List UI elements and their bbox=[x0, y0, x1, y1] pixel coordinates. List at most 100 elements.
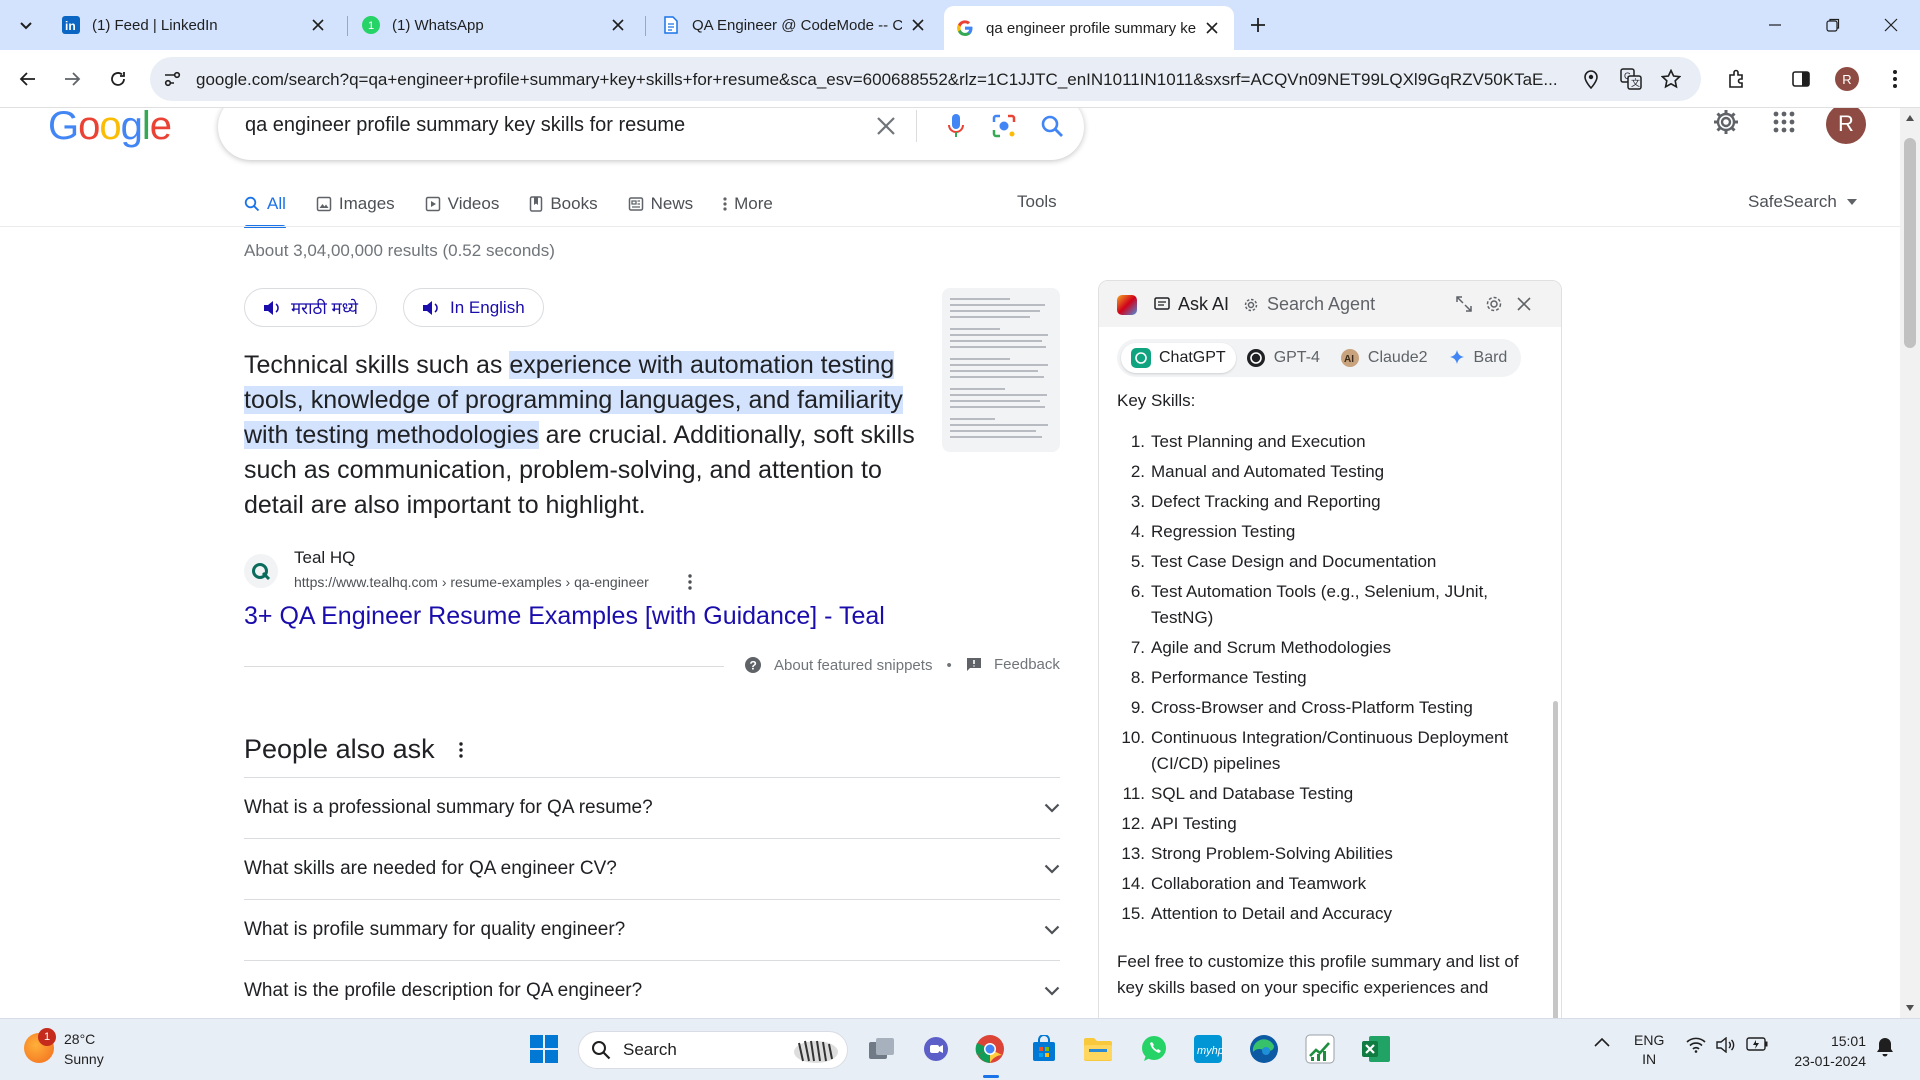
model-bard[interactable]: Bard bbox=[1438, 343, 1518, 373]
side-panel-icon[interactable] bbox=[1786, 64, 1816, 94]
feedback-button[interactable]: Feedback bbox=[966, 656, 1060, 673]
safesearch-button[interactable]: SafeSearch bbox=[1748, 192, 1857, 212]
tab-videos[interactable]: Videos bbox=[425, 182, 499, 226]
close-icon[interactable] bbox=[1513, 293, 1535, 315]
source-url[interactable]: https://www.tealhq.com › resume-examples… bbox=[294, 574, 649, 590]
listen-marathi-button[interactable]: मराठी मध्ये bbox=[244, 288, 377, 327]
tools-button[interactable]: Tools bbox=[1017, 192, 1057, 212]
wifi-icon[interactable] bbox=[1686, 1037, 1706, 1053]
profile-button[interactable]: R bbox=[1832, 64, 1862, 94]
google-account-avatar[interactable]: R bbox=[1826, 108, 1866, 144]
taskbar-search[interactable]: Search bbox=[578, 1031, 848, 1069]
search-icon[interactable] bbox=[1038, 112, 1066, 140]
address-bar[interactable]: google.com/search?q=qa+engineer+profile+… bbox=[150, 57, 1701, 101]
browser-toolbar: google.com/search?q=qa+engineer+profile+… bbox=[0, 50, 1920, 108]
notification-bell-icon[interactable] bbox=[1876, 1037, 1894, 1057]
edge-icon[interactable] bbox=[1246, 1031, 1282, 1067]
chrome-icon[interactable] bbox=[972, 1031, 1008, 1067]
tab-books[interactable]: Books bbox=[529, 182, 598, 226]
close-window-button[interactable] bbox=[1862, 0, 1920, 50]
new-tab-button[interactable] bbox=[1244, 11, 1272, 39]
tab-google-search[interactable]: qa engineer profile summary ke bbox=[944, 6, 1234, 50]
search-agent-tab[interactable]: Search Agent bbox=[1243, 294, 1375, 315]
close-tab-icon[interactable] bbox=[1202, 18, 1222, 38]
site-info-icon[interactable] bbox=[162, 69, 182, 89]
stock-chart-app-icon[interactable] bbox=[1302, 1031, 1338, 1067]
snippet-thumbnail[interactable] bbox=[942, 288, 1060, 452]
ask-ai-tab[interactable]: Ask AI bbox=[1154, 294, 1229, 315]
paa-question[interactable]: What is profile summary for quality engi… bbox=[244, 899, 1060, 960]
url-text[interactable]: google.com/search?q=qa+engineer+profile+… bbox=[196, 70, 1576, 90]
weather-desc[interactable]: Sunny bbox=[64, 1051, 104, 1067]
paa-question[interactable]: What is the profile description for QA e… bbox=[244, 960, 1060, 1018]
model-gpt4[interactable]: GPT-4 bbox=[1236, 343, 1330, 373]
settings-gear-icon[interactable] bbox=[1710, 108, 1742, 138]
clear-search-icon[interactable] bbox=[872, 112, 900, 140]
google-logo[interactable]: Google bbox=[48, 108, 172, 149]
list-item: 8. Performance Testing bbox=[1117, 665, 1537, 691]
reload-button[interactable] bbox=[102, 63, 134, 95]
ai-panel-scrollbar[interactable] bbox=[1553, 701, 1558, 1018]
system-clock[interactable]: 15:01 23-01-2024 bbox=[1782, 1031, 1866, 1071]
tray-overflow-icon[interactable] bbox=[1594, 1037, 1610, 1047]
more-vert-icon[interactable] bbox=[458, 741, 463, 758]
tab-linkedin[interactable]: in (1) Feed | LinkedIn bbox=[50, 6, 340, 44]
task-view-icon[interactable] bbox=[864, 1031, 900, 1067]
listen-english-button[interactable]: In English bbox=[403, 288, 544, 327]
microsoft-store-icon[interactable] bbox=[1026, 1031, 1062, 1067]
apps-grid-icon[interactable] bbox=[1768, 108, 1800, 138]
scroll-down-icon[interactable] bbox=[1905, 1004, 1915, 1012]
file-explorer-icon[interactable] bbox=[1080, 1031, 1116, 1067]
featured-snippet-text: Technical skills such as experience with… bbox=[244, 348, 924, 523]
settings-icon[interactable] bbox=[1483, 293, 1505, 315]
close-tab-icon[interactable] bbox=[908, 15, 928, 35]
close-tab-icon[interactable] bbox=[308, 15, 328, 35]
teams-chat-icon[interactable] bbox=[918, 1031, 954, 1067]
camera-lens-icon[interactable] bbox=[990, 112, 1018, 140]
input-language[interactable]: ENG IN bbox=[1634, 1031, 1664, 1069]
tab-all[interactable]: All bbox=[244, 182, 286, 228]
tab-news[interactable]: News bbox=[628, 182, 693, 226]
windows-taskbar: 1 28°C Sunny Search myhp ENG IN 15:01 23… bbox=[0, 1018, 1920, 1080]
paa-question[interactable]: What is a professional summary for QA re… bbox=[244, 777, 1060, 838]
tab-title: (1) WhatsApp bbox=[392, 16, 484, 34]
bookmark-star-icon[interactable] bbox=[1660, 68, 1682, 90]
tab-more[interactable]: More bbox=[723, 182, 773, 226]
model-claude2[interactable]: AI Claude2 bbox=[1330, 343, 1438, 373]
extensions-icon[interactable] bbox=[1722, 64, 1752, 94]
search-input[interactable]: qa engineer profile summary key skills f… bbox=[245, 114, 685, 137]
battery-icon[interactable] bbox=[1746, 1037, 1768, 1051]
forward-button[interactable] bbox=[56, 63, 88, 95]
search-box[interactable]: qa engineer profile summary key skills f… bbox=[218, 108, 1084, 160]
page-scrollbar[interactable] bbox=[1900, 108, 1920, 1018]
tab-search-button[interactable] bbox=[12, 11, 40, 39]
excel-icon[interactable] bbox=[1358, 1031, 1394, 1067]
tab-whatsapp[interactable]: 1 (1) WhatsApp bbox=[350, 6, 640, 44]
scroll-up-icon[interactable] bbox=[1905, 114, 1915, 122]
volume-icon[interactable] bbox=[1716, 1037, 1736, 1053]
restore-button[interactable] bbox=[1804, 0, 1862, 50]
tab-title: qa engineer profile summary ke bbox=[986, 19, 1196, 37]
result-title-link[interactable]: 3+ QA Engineer Resume Examples [with Gui… bbox=[244, 602, 885, 631]
translate-icon[interactable]: G文 bbox=[1620, 68, 1642, 90]
windows-start-icon[interactable] bbox=[526, 1031, 562, 1067]
expand-icon[interactable] bbox=[1453, 293, 1475, 315]
back-button[interactable] bbox=[12, 63, 44, 95]
browser-menu-button[interactable] bbox=[1880, 64, 1910, 94]
myhp-icon[interactable]: myhp bbox=[1190, 1031, 1226, 1067]
microphone-icon[interactable] bbox=[942, 112, 970, 140]
more-vert-icon[interactable] bbox=[688, 574, 692, 590]
model-chatgpt[interactable]: ChatGPT bbox=[1121, 343, 1236, 373]
close-tab-icon[interactable] bbox=[608, 15, 628, 35]
tab-codemode[interactable]: QA Engineer @ CodeMode -- C bbox=[650, 6, 940, 44]
speaker-icon bbox=[263, 300, 281, 316]
location-icon[interactable] bbox=[1580, 68, 1602, 90]
about-featured-snippets[interactable]: ? About featured snippets • bbox=[744, 656, 966, 674]
weather-temp[interactable]: 28°C bbox=[64, 1031, 95, 1047]
tab-images[interactable]: Images bbox=[316, 182, 395, 226]
paa-question[interactable]: What skills are needed for QA engineer C… bbox=[244, 838, 1060, 899]
source-name[interactable]: Teal HQ bbox=[294, 548, 355, 568]
whatsapp-icon[interactable] bbox=[1136, 1031, 1172, 1067]
search-icon bbox=[244, 196, 260, 212]
minimize-button[interactable] bbox=[1746, 0, 1804, 50]
